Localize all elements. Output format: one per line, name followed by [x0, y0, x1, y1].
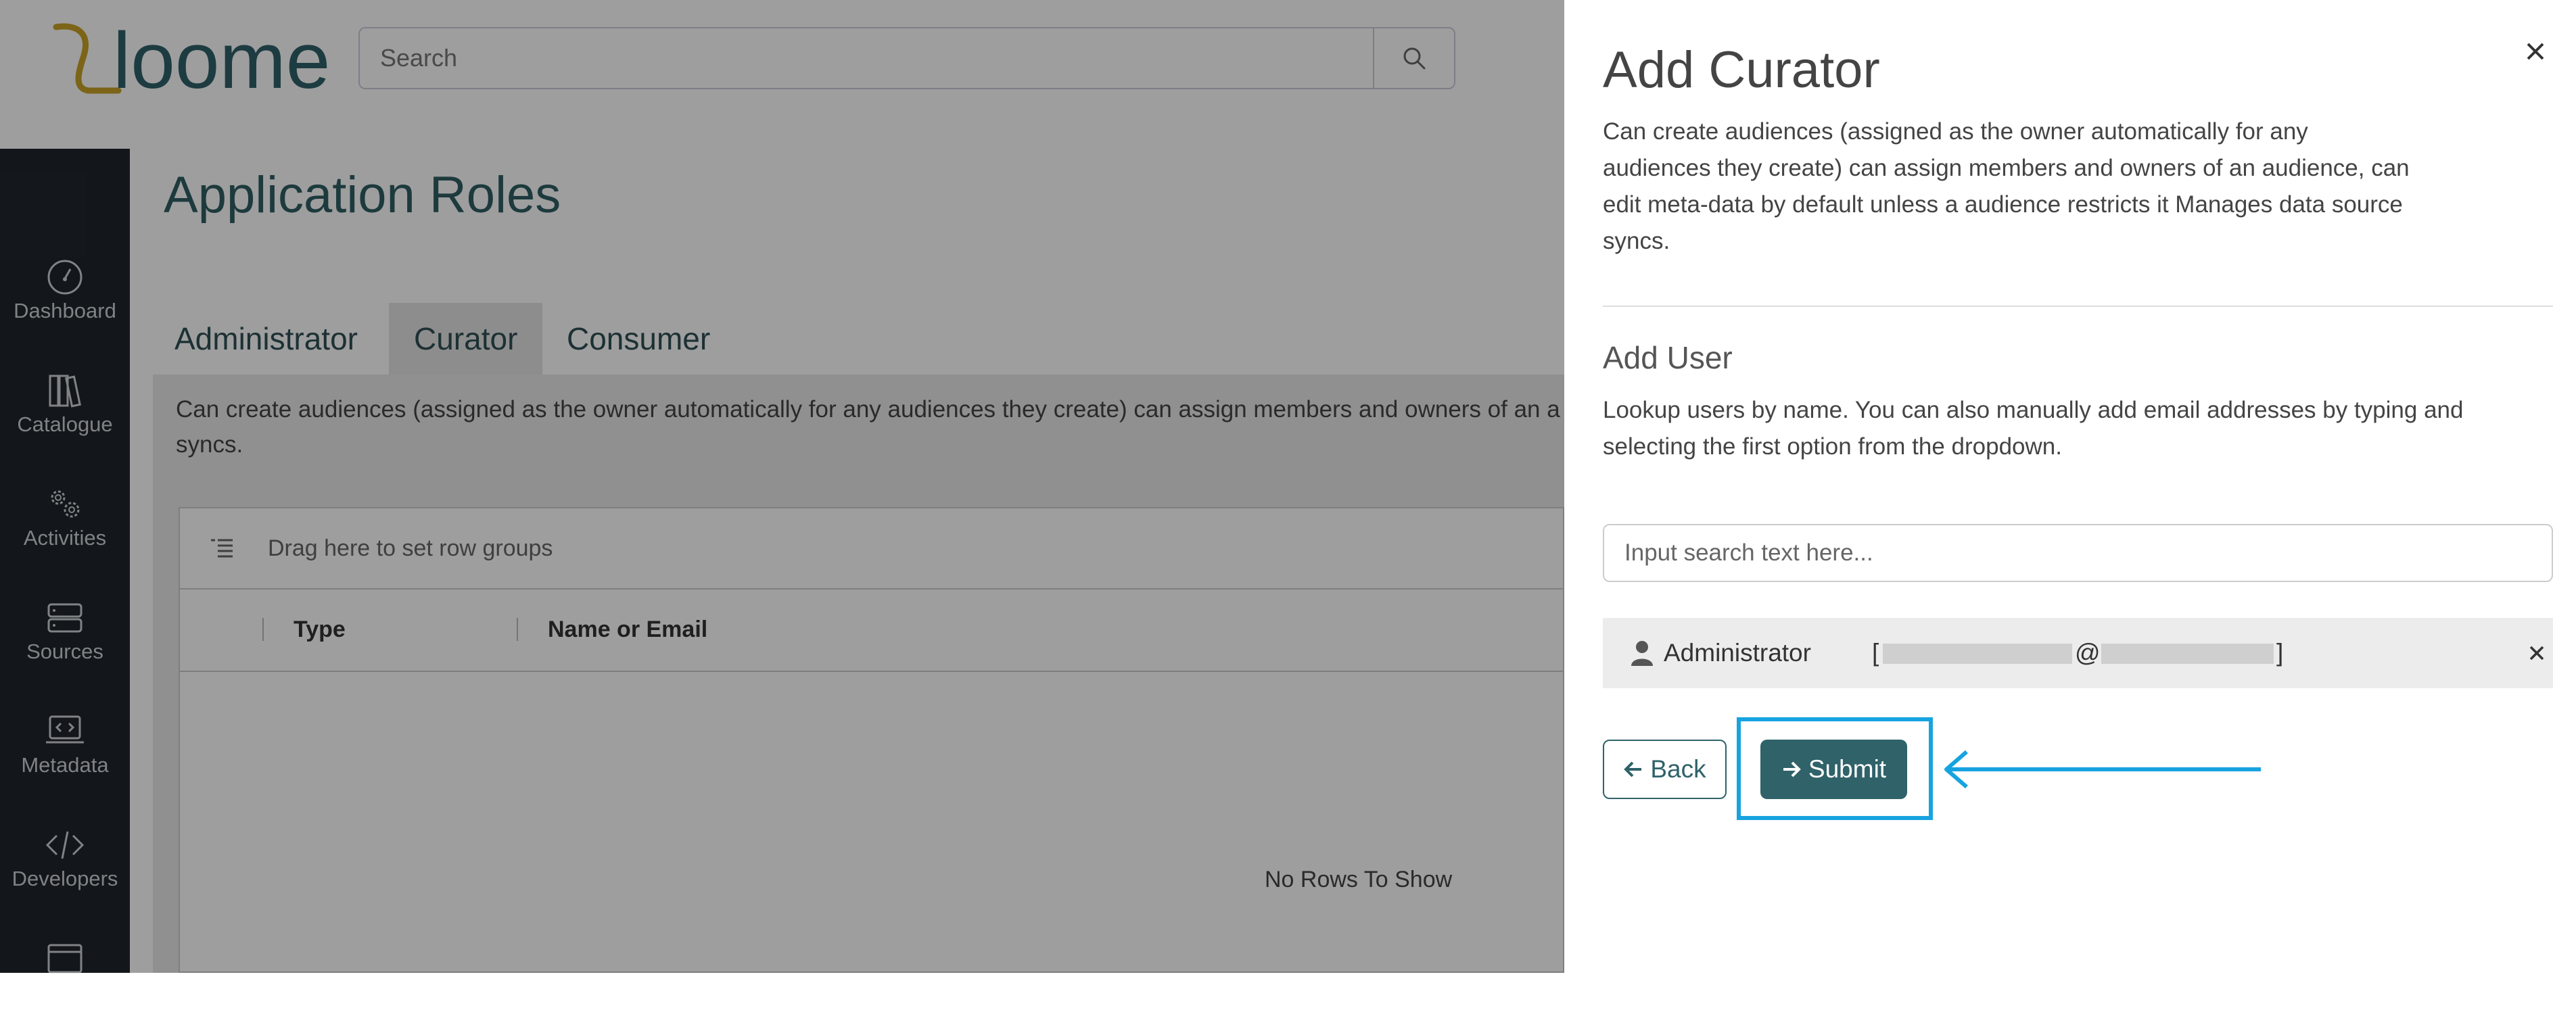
email-open-bracket: [	[1872, 639, 1879, 667]
arrow-right-icon	[1783, 761, 1801, 777]
add-curator-panel: Add Curator Can create audiences (assign…	[1564, 0, 2576, 973]
annotation-arrow-icon	[1944, 750, 2261, 789]
panel-description: Can create audiences (assigned as the ow…	[1603, 118, 2410, 254]
user-role: Administrator	[1664, 639, 1811, 667]
close-icon	[2527, 43, 2544, 60]
modal-backdrop[interactable]	[0, 0, 1564, 973]
panel-title: Add Curator	[1603, 41, 1880, 99]
background-app: loome Search Dashboard Catalogue Activit…	[0, 0, 1564, 974]
user-icon	[1631, 641, 1653, 666]
email-close-bracket: ]	[2276, 639, 2284, 667]
remove-user-button[interactable]	[2522, 638, 2552, 668]
close-button[interactable]	[2518, 34, 2553, 69]
submit-button[interactable]: Submit	[1760, 740, 1907, 799]
selected-user-row: Administrator [ @ ]	[1603, 618, 2553, 688]
submit-button-label: Submit	[1808, 755, 1887, 783]
divider	[1603, 306, 2553, 307]
close-icon	[2529, 646, 2544, 660]
redacted-email-user	[1883, 644, 2072, 664]
add-user-title: Add User	[1603, 340, 1733, 375]
back-button-label: Back	[1650, 755, 1706, 783]
add-user-description: Lookup users by name. You can also manua…	[1603, 397, 2464, 460]
user-search-input[interactable]	[1603, 524, 2553, 582]
email-at-sign: @	[2075, 639, 2101, 667]
back-button[interactable]: Back	[1603, 740, 1727, 799]
arrow-left-icon	[1624, 761, 1642, 777]
redacted-email-domain	[2101, 644, 2274, 664]
